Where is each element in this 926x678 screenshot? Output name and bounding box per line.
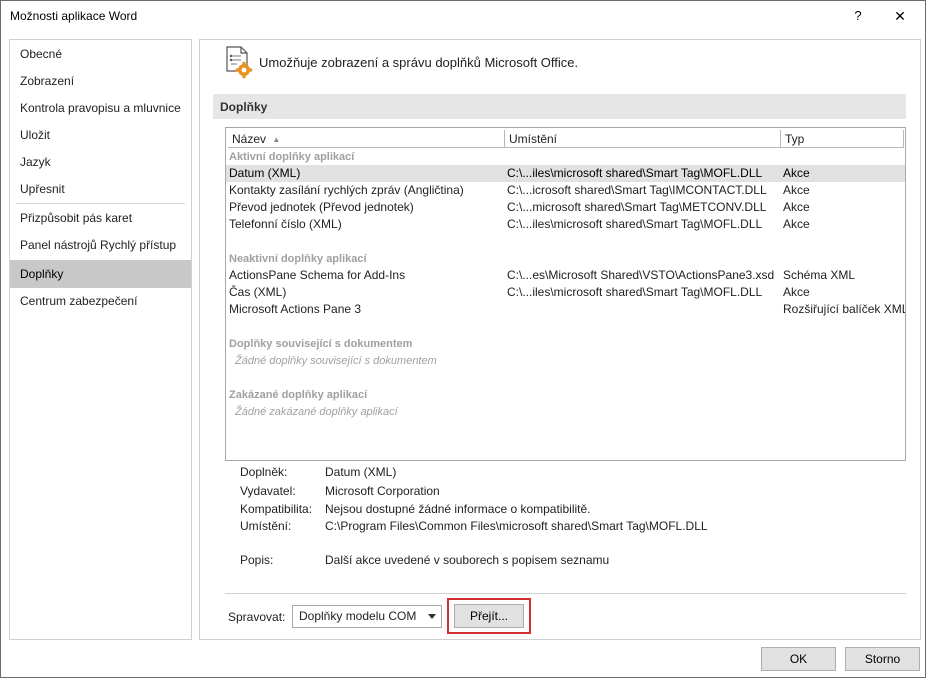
sidebar-item-advanced[interactable]: Upřesnit: [10, 176, 191, 203]
column-header-type[interactable]: Typ: [781, 130, 904, 148]
ok-button[interactable]: OK: [761, 647, 836, 671]
table-row[interactable]: ActionsPane Schema for Add-Ins C:\...es\…: [226, 267, 905, 284]
table-row[interactable]: Datum (XML) C:\...iles\microsoft shared\…: [226, 165, 905, 182]
table-row[interactable]: Microsoft Actions Pane 3 Rozšiřující bal…: [226, 301, 905, 318]
row-type: Schéma XML: [783, 268, 856, 282]
sidebar-item-save[interactable]: Uložit: [10, 122, 191, 149]
sidebar-item-customize-ribbon[interactable]: Přizpůsobit pás karet: [10, 205, 191, 232]
row-name: Převod jednotek (Převod jednotek): [229, 200, 414, 214]
detail-compatibility-label: Kompatibilita:: [240, 502, 313, 516]
sidebar-item-quick-access[interactable]: Panel nástrojů Rychlý přístup: [10, 232, 191, 259]
group-inactive-label: Neaktivní doplňky aplikací: [229, 253, 367, 265]
column-header-name[interactable]: Název ▲: [228, 130, 505, 148]
panel-description: Umožňuje zobrazení a správu doplňků Micr…: [259, 55, 579, 70]
row-name: Datum (XML): [229, 166, 301, 180]
options-sidebar: Obecné Zobrazení Kontrola pravopisu a ml…: [9, 39, 192, 640]
column-name-label: Název: [232, 132, 267, 146]
chevron-down-icon: [428, 614, 436, 619]
help-button[interactable]: ?: [847, 5, 869, 27]
divider: [225, 593, 906, 594]
detail-publisher-value: Microsoft Corporation: [325, 484, 440, 498]
close-button[interactable]: ✕: [883, 5, 917, 27]
sort-ascending-icon: ▲: [272, 135, 281, 144]
manage-dropdown-value: Doplňky modelu COM: [299, 609, 417, 623]
cancel-button[interactable]: Storno: [845, 647, 920, 671]
detail-addin-value: Datum (XML): [325, 465, 397, 479]
row-type: Rozšiřující balíček XML: [783, 302, 905, 316]
detail-description-value: Další akce uvedené v souborech s popisem…: [325, 553, 610, 567]
detail-publisher-label: Vydavatel:: [240, 484, 296, 498]
detail-description-label: Popis:: [240, 553, 274, 567]
row-location: C:\...iles\microsoft shared\Smart Tag\MO…: [507, 217, 763, 231]
row-type: Akce: [783, 217, 810, 231]
addins-list: Název ▲ Umístění Typ Aktivní doplňky apl…: [225, 127, 906, 461]
row-name: Kontakty zasílání rychlých zpráv (Anglič…: [229, 183, 464, 197]
row-type: Akce: [783, 285, 810, 299]
group-disabled-empty: Žádné zakázané doplňky aplikací: [235, 406, 398, 418]
manage-dropdown[interactable]: Doplňky modelu COM: [292, 605, 442, 628]
row-name: Čas (XML): [229, 285, 287, 299]
section-title: Doplňky: [220, 100, 268, 114]
row-location: C:\...es\Microsoft Shared\VSTO\ActionsPa…: [507, 268, 775, 282]
detail-location-value: C:\Program Files\Common Files\microsoft …: [325, 519, 708, 533]
sidebar-item-language[interactable]: Jazyk: [10, 149, 191, 176]
row-location: C:\...microsoft shared\Smart Tag\METCONV…: [507, 200, 767, 214]
table-row[interactable]: Telefonní číslo (XML) C:\...iles\microso…: [226, 216, 905, 233]
title-bar: Možnosti aplikace Word ? ✕: [1, 1, 925, 31]
group-document-label: Doplňky související s dokumentem: [229, 338, 413, 350]
window-title: Možnosti aplikace Word: [10, 9, 138, 23]
detail-addin-label: Doplněk:: [240, 465, 288, 479]
group-document-empty: Žádné doplňky související s dokumentem: [235, 355, 437, 367]
sidebar-item-addins[interactable]: Doplňky: [10, 260, 191, 288]
column-header-location[interactable]: Umístění: [505, 130, 781, 148]
group-active-label: Aktivní doplňky aplikací: [229, 151, 355, 163]
table-row[interactable]: Čas (XML) C:\...iles\microsoft shared\Sm…: [226, 284, 905, 301]
sidebar-item-general[interactable]: Obecné: [10, 41, 191, 68]
row-name: ActionsPane Schema for Add-Ins: [229, 268, 406, 282]
sidebar-item-trust-center[interactable]: Centrum zabezpečení: [10, 288, 191, 315]
row-location: C:\...icrosoft shared\Smart Tag\IMCONTAC…: [507, 183, 767, 197]
row-type: Akce: [783, 183, 810, 197]
group-disabled-label: Zakázané doplňky aplikací: [229, 389, 368, 401]
detail-location-label: Umístění:: [240, 519, 292, 533]
row-location: C:\...iles\microsoft shared\Smart Tag\MO…: [507, 285, 763, 299]
sidebar-item-display[interactable]: Zobrazení: [10, 68, 191, 95]
section-header: Doplňky: [213, 94, 906, 119]
detail-compatibility-value: Nejsou dostupné žádné informace o kompat…: [325, 502, 591, 516]
sidebar-item-proofing[interactable]: Kontrola pravopisu a mluvnice: [10, 95, 191, 122]
go-button[interactable]: Přejít...: [454, 604, 524, 628]
row-location: C:\...iles\microsoft shared\Smart Tag\MO…: [507, 166, 763, 180]
table-row[interactable]: Převod jednotek (Převod jednotek) C:\...…: [226, 199, 905, 216]
table-row[interactable]: Kontakty zasílání rychlých zpráv (Anglič…: [226, 182, 905, 199]
row-name: Telefonní číslo (XML): [229, 217, 342, 231]
manage-label: Spravovat:: [228, 610, 286, 624]
row-type: Akce: [783, 200, 810, 214]
row-type: Akce: [783, 166, 810, 180]
sidebar-divider: [16, 203, 185, 204]
addins-gear-icon: [223, 45, 255, 79]
row-name: Microsoft Actions Pane 3: [229, 302, 362, 316]
options-dialog: Možnosti aplikace Word ? ✕ Obecné Zobraz…: [0, 0, 926, 678]
